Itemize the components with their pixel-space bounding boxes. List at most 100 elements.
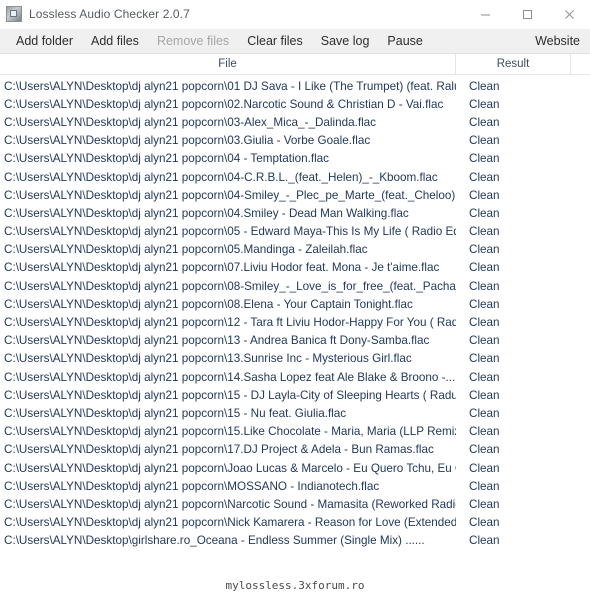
window-title: Lossless Audio Checker 2.0.7: [29, 7, 190, 21]
menu-item-add-files[interactable]: Add files: [82, 29, 148, 53]
cell-result-status: Clean: [469, 206, 500, 220]
cell-file-path: C:\Users\ALYN\Desktop\girlshare.ro_Ocean…: [4, 534, 425, 548]
table-row[interactable]: C:\Users\ALYN\Desktop\dj alyn21 popcorn\…: [0, 332, 590, 350]
cell-result-status: Clean: [469, 352, 500, 366]
cell-result-status: Clean: [469, 516, 500, 530]
cell-file-path: C:\Users\ALYN\Desktop\dj alyn21 popcorn\…: [4, 406, 347, 420]
cell-result-status: Clean: [469, 461, 500, 475]
table-row[interactable]: C:\Users\ALYN\Desktop\dj alyn21 popcorn\…: [0, 386, 590, 404]
cell-result-status: Clean: [469, 497, 500, 511]
cell-result-status: Clean: [469, 79, 500, 93]
watermark-text: mylossless.3xforum.ro: [225, 578, 365, 592]
cell-file-path: C:\Users\ALYN\Desktop\dj alyn21 popcorn\…: [4, 152, 330, 166]
cell-file-path: C:\Users\ALYN\Desktop\dj alyn21 popcorn\…: [4, 461, 456, 475]
table-row[interactable]: C:\Users\ALYN\Desktop\dj alyn21 popcorn\…: [0, 350, 590, 368]
cell-result-status: Clean: [469, 170, 500, 184]
cell-file-path: C:\Users\ALYN\Desktop\dj alyn21 popcorn\…: [4, 497, 456, 511]
window-controls: [464, 0, 590, 28]
cell-file-path: C:\Users\ALYN\Desktop\dj alyn21 popcorn\…: [4, 115, 377, 129]
cell-result-status: Clean: [469, 534, 500, 548]
cell-result-status: Clean: [469, 279, 500, 293]
cell-result-status: Clean: [469, 406, 500, 420]
table-row[interactable]: C:\Users\ALYN\Desktop\dj alyn21 popcorn\…: [0, 423, 590, 441]
cell-result-status: Clean: [469, 152, 500, 166]
cell-file-path: C:\Users\ALYN\Desktop\dj alyn21 popcorn\…: [4, 97, 444, 111]
menu-bar: Add folder Add files Remove files Clear …: [0, 29, 590, 54]
menu-item-save-log[interactable]: Save log: [312, 29, 379, 53]
cell-result-status: Clean: [469, 115, 500, 129]
menu-item-pause[interactable]: Pause: [378, 29, 431, 53]
cell-result-status: Clean: [469, 334, 500, 348]
cell-file-path: C:\Users\ALYN\Desktop\dj alyn21 popcorn\…: [4, 334, 430, 348]
column-header-result[interactable]: Result: [456, 54, 571, 74]
table-row[interactable]: C:\Users\ALYN\Desktop\girlshare.ro_Ocean…: [0, 532, 590, 550]
table-row[interactable]: C:\Users\ALYN\Desktop\dj alyn21 popcorn\…: [0, 514, 590, 532]
cell-file-path: C:\Users\ALYN\Desktop\dj alyn21 popcorn\…: [4, 206, 409, 220]
cell-result-status: Clean: [469, 97, 500, 111]
cell-file-path: C:\Users\ALYN\Desktop\dj alyn21 popcorn\…: [4, 170, 438, 184]
table-row[interactable]: C:\Users\ALYN\Desktop\dj alyn21 popcorn\…: [0, 277, 590, 295]
cell-file-path: C:\Users\ALYN\Desktop\dj alyn21 popcorn\…: [4, 352, 412, 366]
app-icon: [6, 6, 22, 22]
cell-file-path: C:\Users\ALYN\Desktop\dj alyn21 popcorn\…: [4, 243, 368, 257]
menu-item-clear-files[interactable]: Clear files: [238, 29, 312, 53]
minimize-icon[interactable]: [464, 0, 506, 28]
cell-file-path: C:\Users\ALYN\Desktop\dj alyn21 popcorn\…: [4, 261, 440, 275]
cell-result-status: Clean: [469, 243, 500, 257]
table-row[interactable]: C:\Users\ALYN\Desktop\dj alyn21 popcorn\…: [0, 150, 590, 168]
cell-result-status: Clean: [469, 443, 500, 457]
cell-result-status: Clean: [469, 388, 500, 402]
table-row[interactable]: C:\Users\ALYN\Desktop\dj alyn21 popcorn\…: [0, 295, 590, 313]
cell-file-path: C:\Users\ALYN\Desktop\dj alyn21 popcorn\…: [4, 188, 456, 202]
cell-file-path: C:\Users\ALYN\Desktop\dj alyn21 popcorn\…: [4, 225, 456, 239]
table-row[interactable]: C:\Users\ALYN\Desktop\dj alyn21 popcorn\…: [0, 223, 590, 241]
cell-file-path: C:\Users\ALYN\Desktop\dj alyn21 popcorn\…: [4, 370, 456, 384]
cell-result-status: Clean: [469, 479, 500, 493]
table-row[interactable]: C:\Users\ALYN\Desktop\dj alyn21 popcorn\…: [0, 259, 590, 277]
cell-result-status: Clean: [469, 370, 500, 384]
footer-bar: mylossless.3xforum.ro: [0, 570, 590, 600]
title-bar: Lossless Audio Checker 2.0.7: [0, 0, 590, 29]
maximize-icon[interactable]: [506, 0, 548, 28]
menu-item-remove-files: Remove files: [156, 34, 230, 48]
close-icon[interactable]: [548, 0, 590, 28]
cell-result-status: Clean: [469, 425, 500, 439]
table-row[interactable]: C:\Users\ALYN\Desktop\dj alyn21 popcorn\…: [0, 168, 590, 186]
column-header-file[interactable]: File: [0, 54, 456, 74]
cell-result-status: Clean: [469, 316, 500, 330]
cell-file-path: C:\Users\ALYN\Desktop\dj alyn21 popcorn\…: [4, 479, 380, 493]
cell-result-status: Clean: [469, 188, 500, 202]
table-row[interactable]: C:\Users\ALYN\Desktop\dj alyn21 popcorn\…: [0, 186, 590, 204]
table-row[interactable]: C:\Users\ALYN\Desktop\dj alyn21 popcorn\…: [0, 132, 590, 150]
cell-file-path: C:\Users\ALYN\Desktop\dj alyn21 popcorn\…: [4, 134, 371, 148]
table-row[interactable]: C:\Users\ALYN\Desktop\dj alyn21 popcorn\…: [0, 113, 590, 131]
table-row[interactable]: C:\Users\ALYN\Desktop\dj alyn21 popcorn\…: [0, 404, 590, 422]
cell-file-path: C:\Users\ALYN\Desktop\dj alyn21 popcorn\…: [4, 425, 456, 439]
cell-file-path: C:\Users\ALYN\Desktop\dj alyn21 popcorn\…: [4, 279, 456, 293]
cell-file-path: C:\Users\ALYN\Desktop\dj alyn21 popcorn\…: [4, 316, 456, 330]
table-row[interactable]: C:\Users\ALYN\Desktop\dj alyn21 popcorn\…: [0, 313, 590, 331]
table-row[interactable]: C:\Users\ALYN\Desktop\dj alyn21 popcorn\…: [0, 204, 590, 222]
table-row[interactable]: C:\Users\ALYN\Desktop\dj alyn21 popcorn\…: [0, 495, 590, 513]
column-header-filler: [571, 54, 590, 74]
menu-item-website[interactable]: Website: [535, 29, 580, 53]
cell-file-path: C:\Users\ALYN\Desktop\dj alyn21 popcorn\…: [4, 297, 413, 311]
table-row[interactable]: C:\Users\ALYN\Desktop\dj alyn21 popcorn\…: [0, 77, 590, 95]
cell-file-path: C:\Users\ALYN\Desktop\dj alyn21 popcorn\…: [4, 79, 456, 93]
cell-file-path: C:\Users\ALYN\Desktop\dj alyn21 popcorn\…: [4, 388, 456, 402]
cell-file-path: C:\Users\ALYN\Desktop\dj alyn21 popcorn\…: [4, 516, 456, 530]
cell-file-path: C:\Users\ALYN\Desktop\dj alyn21 popcorn\…: [4, 443, 434, 457]
cell-result-status: Clean: [469, 225, 500, 239]
file-list[interactable]: C:\Users\ALYN\Desktop\dj alyn21 popcorn\…: [0, 75, 590, 570]
table-row[interactable]: C:\Users\ALYN\Desktop\dj alyn21 popcorn\…: [0, 459, 590, 477]
column-header-row: File Result: [0, 54, 590, 75]
menu-item-add-folder[interactable]: Add folder: [7, 29, 82, 53]
table-row[interactable]: C:\Users\ALYN\Desktop\dj alyn21 popcorn\…: [0, 477, 590, 495]
cell-result-status: Clean: [469, 134, 500, 148]
cell-result-status: Clean: [469, 297, 500, 311]
table-row[interactable]: C:\Users\ALYN\Desktop\dj alyn21 popcorn\…: [0, 441, 590, 459]
table-row[interactable]: C:\Users\ALYN\Desktop\dj alyn21 popcorn\…: [0, 95, 590, 113]
table-row[interactable]: C:\Users\ALYN\Desktop\dj alyn21 popcorn\…: [0, 368, 590, 386]
table-row[interactable]: C:\Users\ALYN\Desktop\dj alyn21 popcorn\…: [0, 241, 590, 259]
app-window: Lossless Audio Checker 2.0.7 Add folder …: [0, 0, 590, 600]
